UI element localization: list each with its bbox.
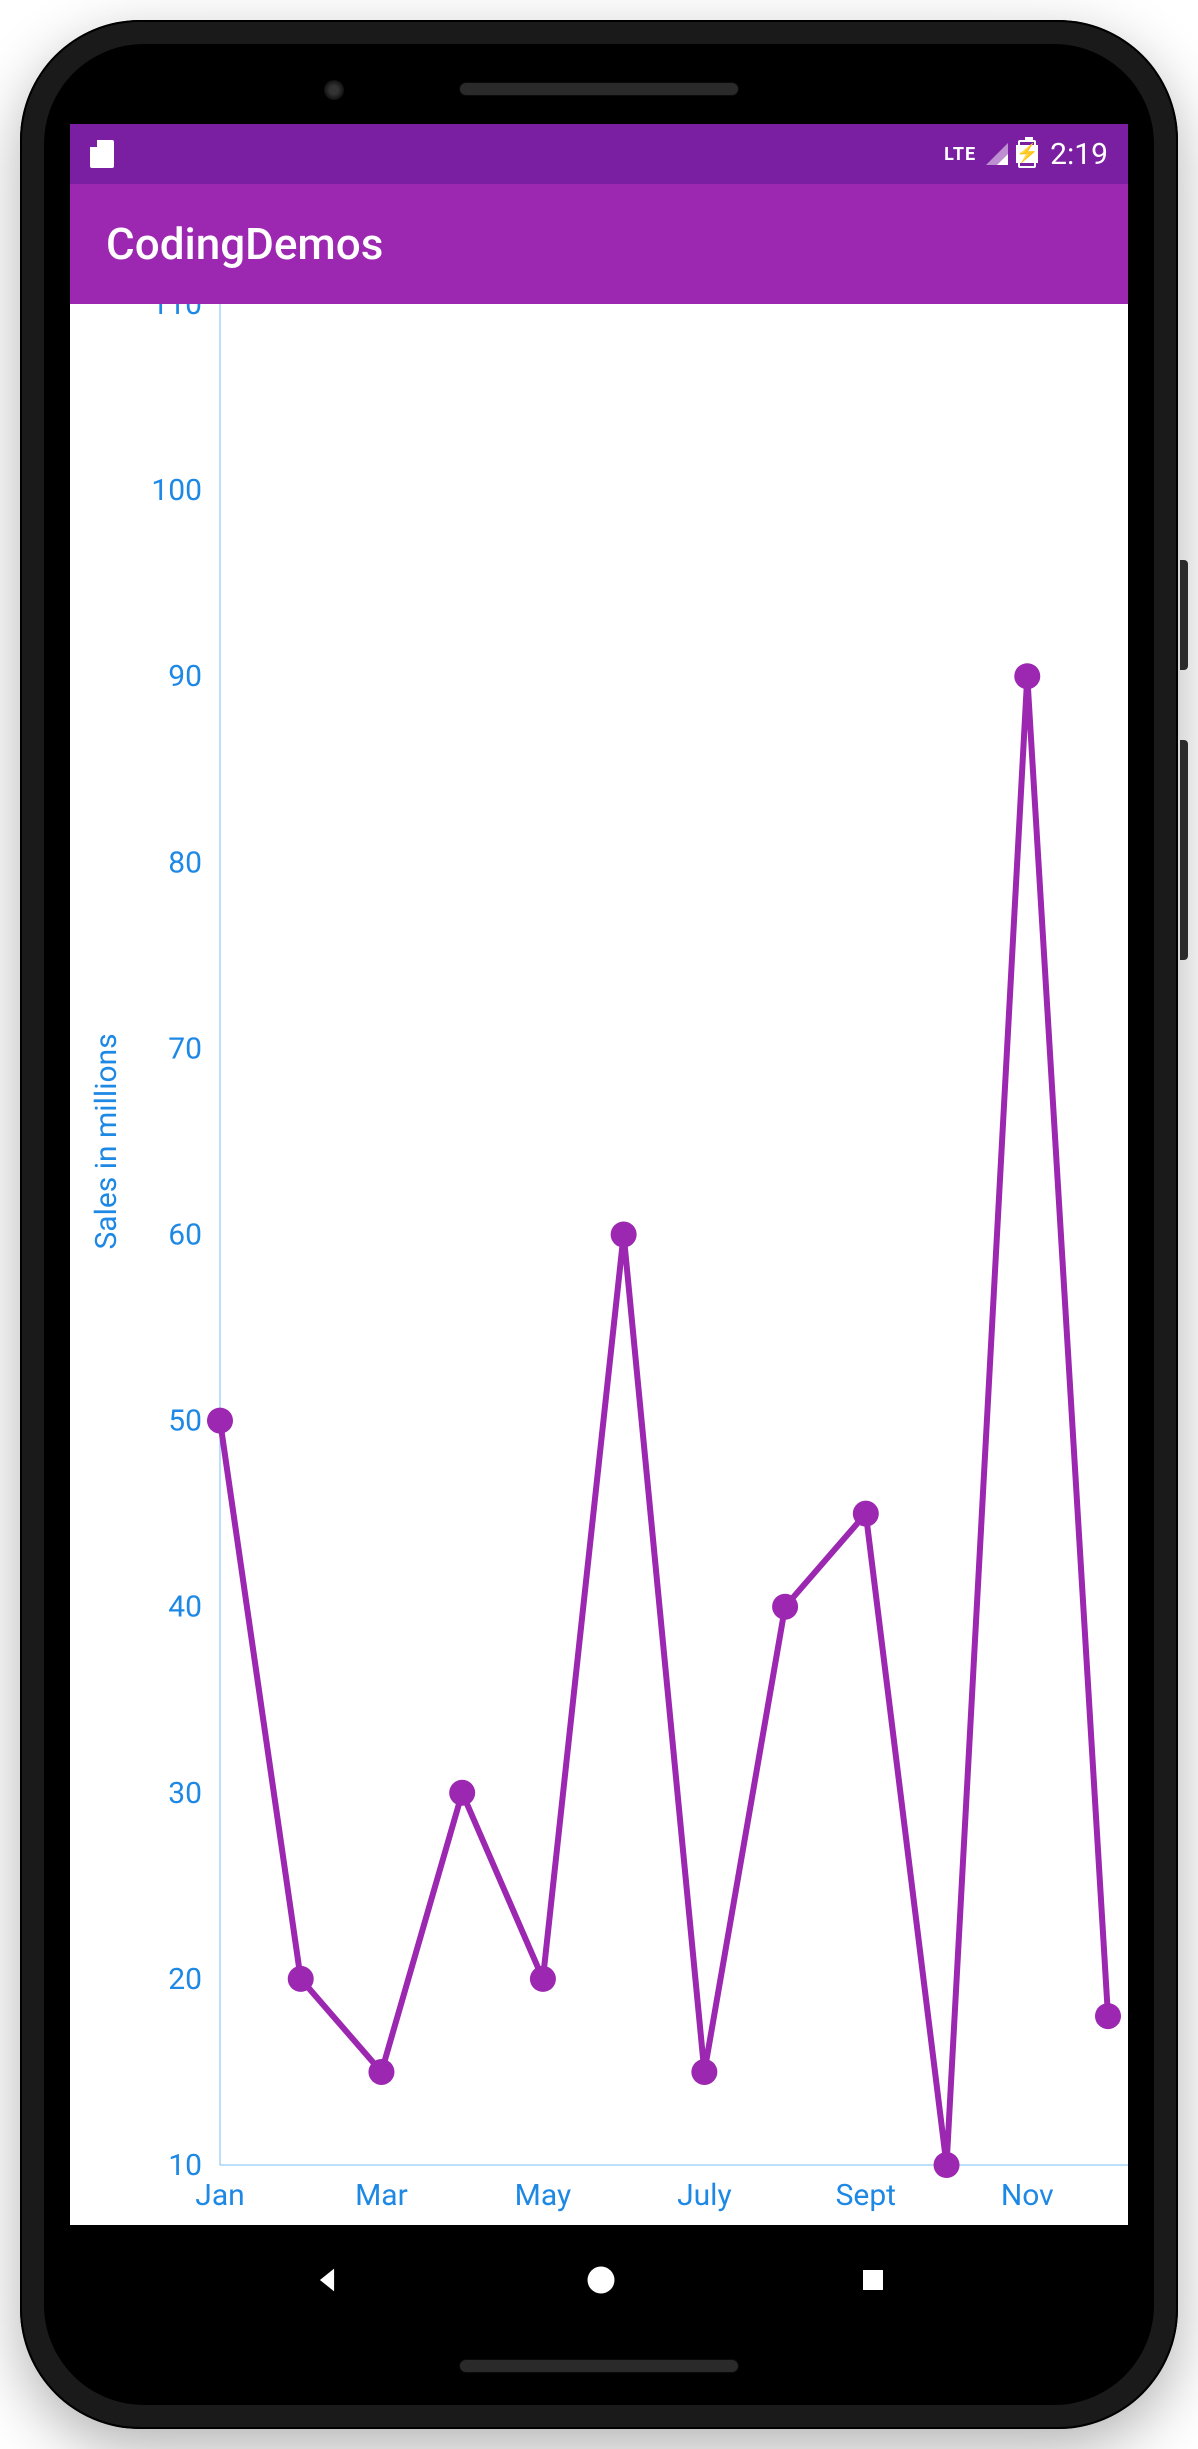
y-tick-label: 20 [168,1962,202,1997]
x-tick-label: May [515,2178,571,2213]
phone-inner: LTE ⚡ 2:19 CodingDemos 10203040506070809… [44,44,1154,2405]
data-point[interactable] [530,1966,556,1992]
clock: 2:19 [1050,137,1108,172]
y-tick-label: 80 [168,845,202,880]
data-point[interactable] [368,2059,394,2085]
y-tick-label: 60 [168,1218,202,1253]
screen: LTE ⚡ 2:19 CodingDemos 10203040506070809… [70,124,1128,2335]
x-tick-label: Jan [195,2178,244,2213]
y-tick-label: 30 [168,1776,202,1811]
data-point[interactable] [611,1222,637,1248]
android-nav-bar [70,2225,1128,2335]
app-bar: CodingDemos [70,184,1128,304]
speaker-bottom [459,2359,739,2373]
recent-apps-button[interactable] [858,2265,888,2295]
lte-label: LTE [944,144,976,165]
data-point[interactable] [691,2059,717,2085]
line-chart-svg: 102030405060708090100110JanMarMayJulySep… [70,304,1128,2225]
data-point[interactable] [772,1594,798,1620]
x-tick-label: July [677,2178,732,2213]
y-tick-label: 110 [151,304,202,322]
y-axis-label: Sales in millions [89,1033,124,1249]
speaker-top [459,82,739,96]
power-button[interactable] [1180,560,1188,670]
signal-icon [986,143,1008,165]
y-tick-label: 90 [168,659,202,694]
back-button[interactable] [310,2263,344,2297]
y-tick-label: 100 [151,473,202,508]
volume-button[interactable] [1180,740,1188,960]
y-tick-label: 50 [168,1404,202,1439]
data-point[interactable] [934,2152,960,2178]
y-tick-label: 40 [168,1590,202,1625]
x-tick-label: Sept [836,2178,896,2213]
phone-frame: LTE ⚡ 2:19 CodingDemos 10203040506070809… [20,20,1178,2429]
home-button[interactable] [583,2262,619,2298]
data-point[interactable] [207,1408,233,1434]
x-tick-label: Nov [1001,2178,1054,2213]
battery-charging-icon: ⚡ [1018,140,1036,168]
app-title: CodingDemos [106,218,383,270]
data-point[interactable] [449,1780,475,1806]
data-point[interactable] [288,1966,314,1992]
x-tick-label: Mar [355,2178,408,2213]
data-line [220,676,1108,2165]
data-point[interactable] [1095,2003,1121,2029]
data-point[interactable] [1014,663,1040,689]
status-bar: LTE ⚡ 2:19 [70,124,1128,184]
data-point[interactable] [853,1501,879,1527]
y-tick-label: 70 [168,1031,202,1066]
chart[interactable]: 102030405060708090100110JanMarMayJulySep… [70,304,1128,2225]
front-camera [324,80,344,100]
sd-card-icon [90,140,114,168]
